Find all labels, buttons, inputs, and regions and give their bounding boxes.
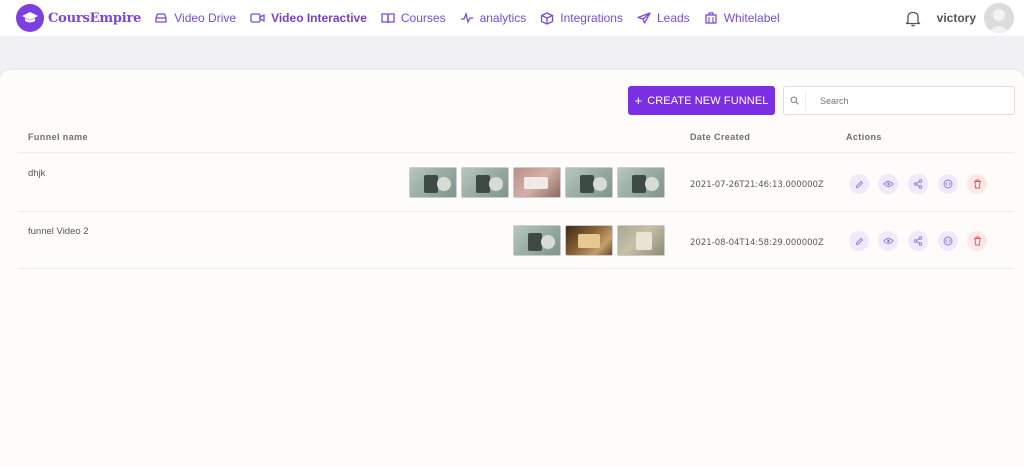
building-icon [705, 12, 717, 24]
edit-icon[interactable] [849, 174, 869, 194]
video-camera-icon [250, 13, 265, 23]
nav-item-integrations[interactable]: Integrations [540, 11, 623, 25]
delete-icon[interactable] [967, 231, 987, 251]
funnels-card: + CREATE NEW FUNNEL Funnel name Date Cre… [0, 70, 1024, 466]
row-divider [18, 211, 1014, 212]
edit-icon[interactable] [849, 231, 869, 251]
funnel-name[interactable]: dhjk [28, 168, 45, 179]
nav-item-label: Integrations [560, 11, 623, 25]
search-divider [805, 90, 806, 111]
embed-icon[interactable] [938, 231, 958, 251]
create-button-label: CREATE NEW FUNNEL [647, 94, 769, 107]
embed-icon[interactable] [938, 174, 958, 194]
video-thumbnail[interactable] [513, 167, 561, 198]
share-icon[interactable] [908, 174, 928, 194]
nav-item-label: Video Drive [174, 11, 237, 25]
video-thumbnail[interactable] [617, 167, 665, 198]
video-thumbnail[interactable] [565, 167, 613, 198]
nav-item-label: Leads [656, 11, 690, 25]
search-box[interactable] [783, 86, 1015, 115]
view-icon[interactable] [878, 231, 898, 251]
date-created: 2021-07-26T21:46:13.000000Z [690, 180, 824, 190]
share-icon[interactable] [908, 231, 928, 251]
video-thumbnail[interactable] [461, 167, 509, 198]
cube-icon [541, 11, 554, 25]
delete-icon[interactable] [967, 174, 987, 194]
send-icon [637, 12, 651, 24]
funnel-name[interactable]: funnel Video 2 [28, 226, 89, 237]
view-icon[interactable] [878, 174, 898, 194]
brand-name: CoursEmpire [48, 10, 142, 26]
row-divider [18, 268, 1014, 269]
nav-item-video-interactive[interactable]: Video Interactive [250, 11, 367, 25]
nav-item-label: Video Interactive [271, 11, 367, 25]
search-input[interactable] [820, 95, 990, 106]
video-thumbnail[interactable] [409, 167, 457, 198]
plus-icon: + [634, 93, 643, 108]
nav-item-whitelabel[interactable]: Whitelabel [704, 11, 780, 25]
drive-icon [155, 13, 167, 23]
column-header-actions: Actions [846, 132, 882, 142]
top-navbar: CoursEmpire Video Drive Video Interactiv… [0, 0, 1024, 36]
nav-item-label: analytics [479, 11, 527, 25]
video-thumbnail[interactable] [513, 225, 561, 256]
nav-item-leads[interactable]: Leads [637, 11, 690, 25]
column-header-funnel-name: Funnel name [28, 132, 88, 142]
notification-bell-icon[interactable] [905, 10, 921, 27]
brand[interactable]: CoursEmpire [16, 4, 141, 32]
nav-item-courses[interactable]: Courses [381, 11, 446, 25]
avatar[interactable] [984, 3, 1014, 33]
username[interactable]: victory [937, 11, 976, 25]
nav-item-label: Courses [400, 11, 446, 25]
search-icon [790, 96, 799, 105]
main-nav: Video Drive Video Interactive Courses an… [154, 11, 793, 25]
book-icon [381, 13, 395, 24]
nav-item-video-drive[interactable]: Video Drive [154, 11, 236, 25]
date-created: 2021-08-04T14:58:29.000000Z [690, 238, 824, 248]
video-thumbnail[interactable] [617, 225, 665, 256]
create-new-funnel-button[interactable]: + CREATE NEW FUNNEL [628, 86, 775, 115]
column-header-date-created: Date Created [690, 132, 751, 142]
nav-item-label: Whitelabel [723, 11, 780, 25]
analytics-icon [460, 12, 473, 24]
graduation-cap-icon [16, 4, 44, 32]
video-thumbnail[interactable] [565, 225, 613, 256]
user-area: victory [905, 0, 1014, 36]
header-divider [18, 152, 1014, 153]
nav-item-analytics[interactable]: analytics [460, 11, 527, 25]
